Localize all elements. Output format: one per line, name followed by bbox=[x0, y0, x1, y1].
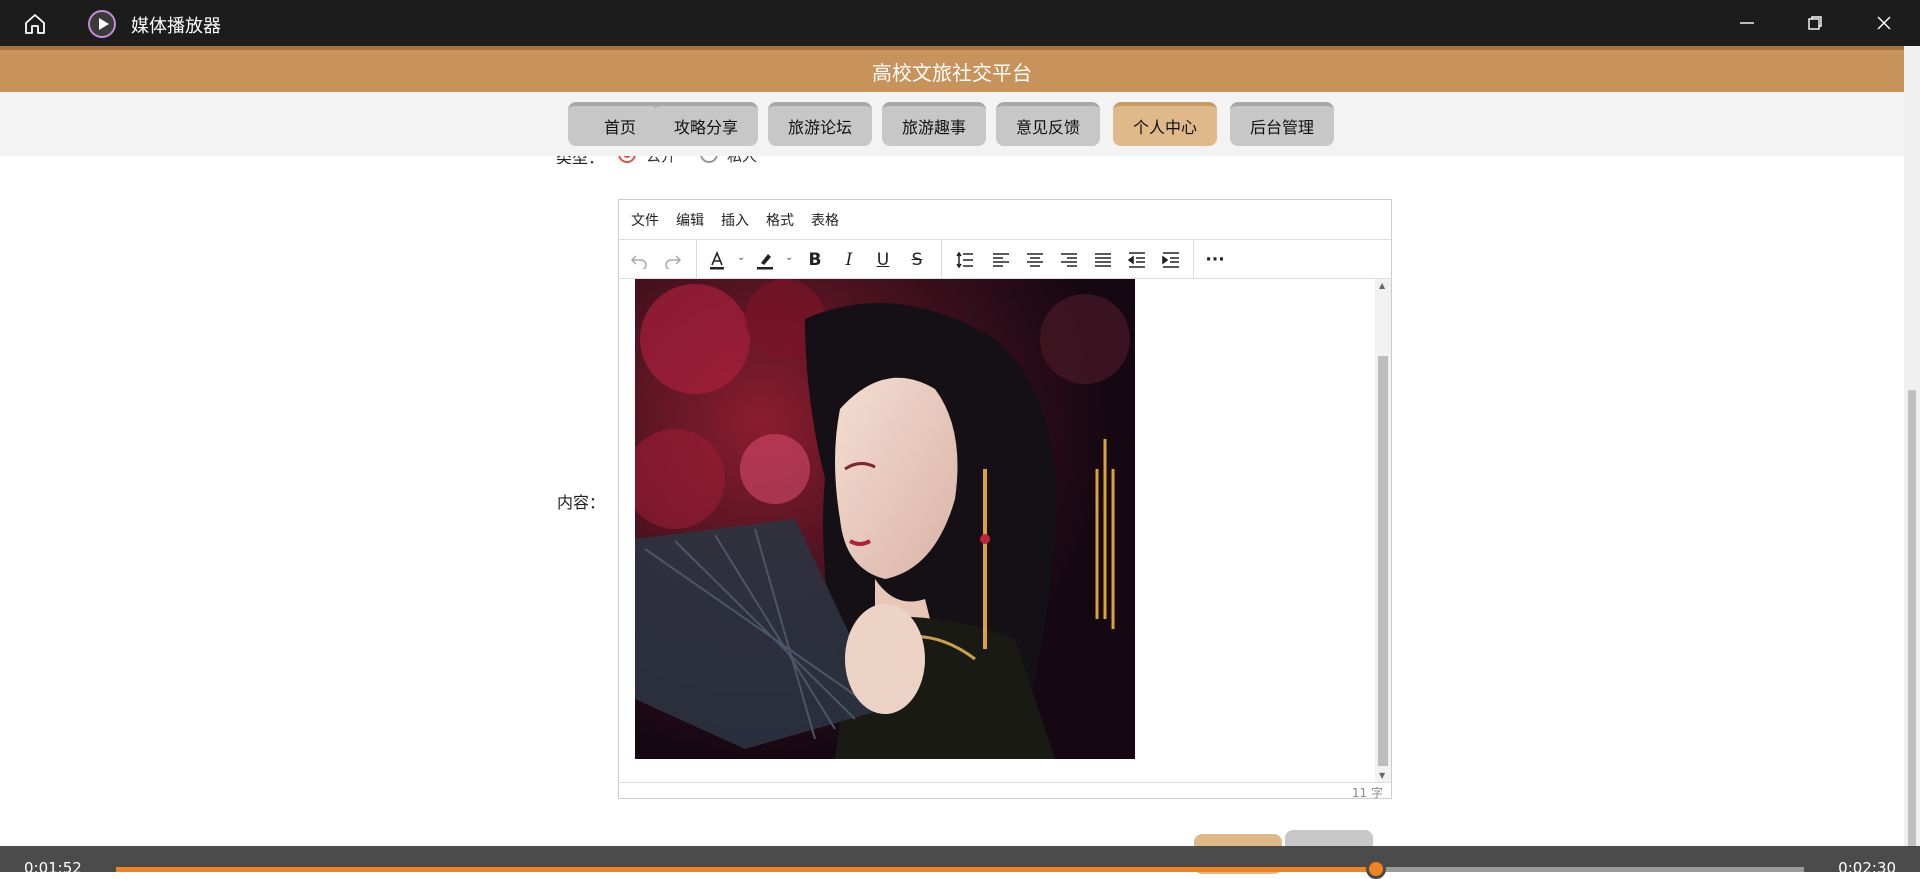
close-button[interactable] bbox=[1850, 0, 1918, 46]
menu-file[interactable]: 文件 bbox=[631, 210, 659, 230]
status-private-label: 私人 bbox=[727, 156, 757, 164]
align-left-icon[interactable] bbox=[989, 248, 1013, 272]
minimize-button[interactable] bbox=[1713, 0, 1781, 46]
progress-fill bbox=[116, 867, 1376, 872]
play-circle-icon bbox=[88, 10, 116, 38]
site-header: 高校文旅社交平台 bbox=[0, 46, 1904, 92]
window-title: 媒体播放器 bbox=[131, 16, 221, 37]
editor-statusbar: 11 字 bbox=[619, 782, 1391, 800]
rich-text-editor: 文件 编辑 插入 格式 表格 ⌄ ⌄ B I U S ··· ▲ ▼ 11 字 bbox=[618, 199, 1392, 800]
media-controls: 0:01:52 0:02:30 bbox=[0, 846, 1920, 879]
nav-guides[interactable]: 攻略分享 bbox=[654, 102, 758, 146]
current-time: 0:01:52 bbox=[24, 859, 82, 877]
editor-scrollbar[interactable]: ▲ ▼ bbox=[1375, 279, 1391, 782]
status-public-label: 公开 bbox=[646, 156, 676, 164]
more-options-icon[interactable]: ··· bbox=[1203, 248, 1227, 272]
highlight-color-caret-icon[interactable]: ⌄ bbox=[785, 252, 793, 263]
scroll-down-icon[interactable]: ▼ bbox=[1379, 771, 1385, 780]
italic-icon[interactable]: I bbox=[837, 248, 861, 272]
highlight-color-icon[interactable] bbox=[753, 248, 777, 272]
align-center-icon[interactable] bbox=[1023, 248, 1047, 272]
menu-insert[interactable]: 插入 bbox=[721, 210, 749, 230]
editor-menubar: 文件 编辑 插入 格式 表格 bbox=[619, 200, 1391, 240]
indent-icon[interactable] bbox=[1159, 248, 1183, 272]
page-scrollbar[interactable] bbox=[1904, 46, 1920, 846]
bold-icon[interactable]: B bbox=[803, 248, 827, 272]
status-private-radio[interactable] bbox=[700, 156, 718, 163]
window-titlebar: 媒体播放器 bbox=[0, 0, 1920, 46]
editor-content[interactable] bbox=[619, 279, 1375, 782]
outdent-icon[interactable] bbox=[1125, 248, 1149, 272]
status-row: 类型： 公开 私人 bbox=[0, 156, 1904, 164]
main-nav: 首页 攻略分享 旅游论坛 旅游趣事 意见反馈 个人中心 后台管理 bbox=[0, 92, 1904, 156]
home-icon[interactable] bbox=[22, 11, 48, 37]
restore-icon bbox=[1808, 16, 1822, 30]
progress-handle[interactable] bbox=[1366, 859, 1386, 879]
nav-personal-center[interactable]: 个人中心 bbox=[1113, 102, 1217, 146]
status-public-radio[interactable] bbox=[618, 156, 636, 163]
underline-icon[interactable]: U bbox=[871, 248, 895, 272]
nav-forum[interactable]: 旅游论坛 bbox=[768, 102, 872, 146]
status-label: 类型： bbox=[556, 156, 604, 164]
word-count: 11 字 bbox=[1351, 786, 1383, 800]
content-label: 内容： bbox=[557, 493, 606, 512]
restore-button[interactable] bbox=[1781, 0, 1849, 46]
line-height-icon[interactable] bbox=[953, 248, 977, 272]
text-color-icon[interactable] bbox=[705, 248, 729, 272]
menu-format[interactable]: 格式 bbox=[766, 210, 794, 230]
site-title: 高校文旅社交平台 bbox=[872, 61, 1032, 85]
editor-toolbar: ⌄ ⌄ B I U S ··· bbox=[619, 240, 1391, 279]
align-justify-icon[interactable] bbox=[1091, 248, 1115, 272]
menu-edit[interactable]: 编辑 bbox=[676, 210, 704, 230]
strikethrough-icon[interactable]: S bbox=[905, 248, 929, 272]
scroll-up-icon[interactable]: ▲ bbox=[1379, 281, 1385, 290]
redo-icon[interactable] bbox=[661, 248, 685, 272]
minimize-icon bbox=[1740, 22, 1754, 24]
nav-admin[interactable]: 后台管理 bbox=[1230, 102, 1334, 146]
align-right-icon[interactable] bbox=[1057, 248, 1081, 272]
nav-stories[interactable]: 旅游趣事 bbox=[882, 102, 986, 146]
menu-table[interactable]: 表格 bbox=[811, 210, 839, 230]
undo-icon[interactable] bbox=[627, 248, 651, 272]
nav-feedback[interactable]: 意见反馈 bbox=[996, 102, 1100, 146]
close-icon bbox=[1877, 16, 1891, 30]
total-time: 0:02:30 bbox=[1838, 859, 1896, 877]
portrait-photo-image bbox=[635, 279, 1135, 759]
text-color-caret-icon[interactable]: ⌄ bbox=[737, 252, 745, 263]
